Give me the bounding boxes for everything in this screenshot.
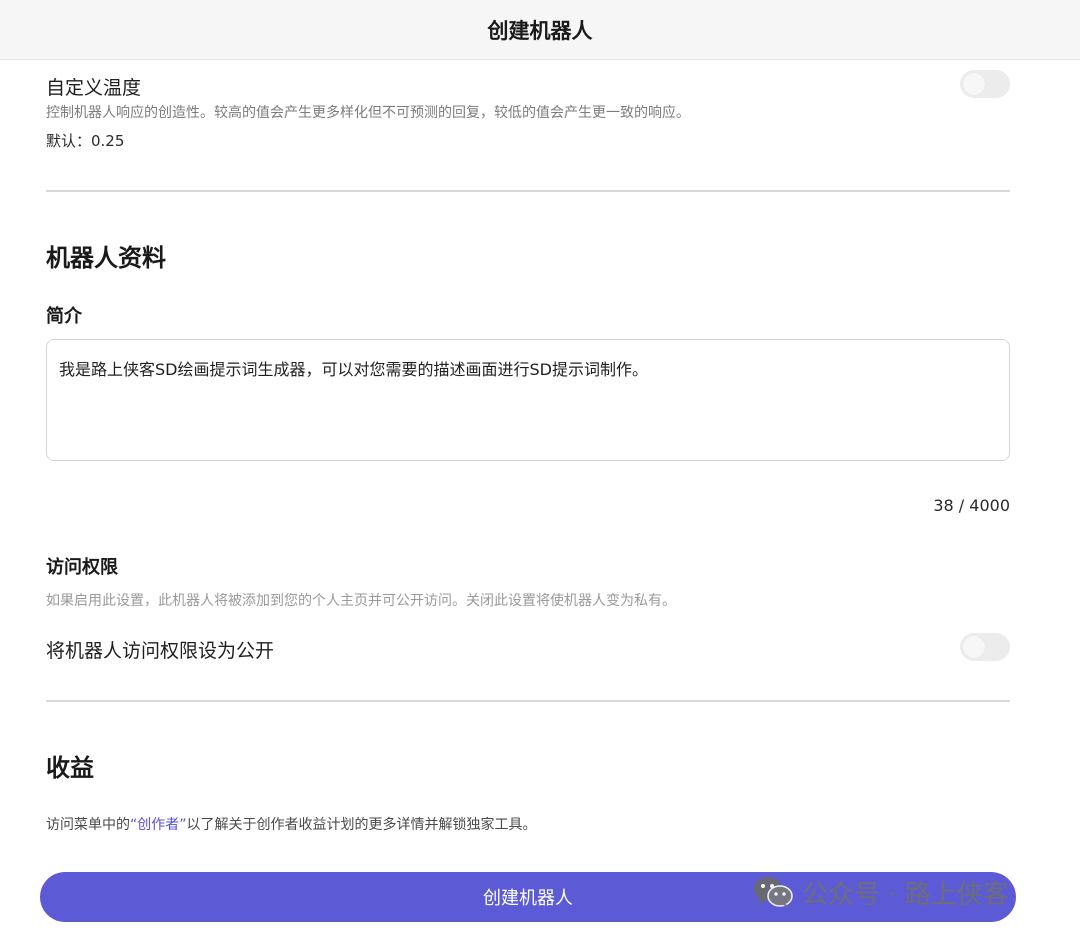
toggle-knob xyxy=(963,636,985,658)
revenue-text-prefix: 访问菜单中的 xyxy=(46,817,130,833)
access-title: 访问权限 xyxy=(46,557,118,578)
toggle-knob xyxy=(963,73,985,95)
char-counter: 38 / 4000 xyxy=(933,496,1010,515)
revenue-text: 访问菜单中的“创作者”以了解关于创作者收益计划的更多详情并解锁独家工具。 xyxy=(46,814,537,834)
revenue-text-suffix: 以了解关于创作者收益计划的更多详情并解锁独家工具。 xyxy=(186,817,537,833)
page-title: 创建机器人 xyxy=(487,18,593,43)
temperature-default: 默认：0.25 xyxy=(46,132,125,150)
revenue-section-title: 收益 xyxy=(46,754,94,782)
profile-section-title: 机器人资料 xyxy=(46,244,166,272)
temperature-label: 自定义温度 xyxy=(46,77,142,99)
divider xyxy=(46,700,1010,702)
temperature-toggle[interactable] xyxy=(960,70,1010,98)
top-bar: 创建机器人 xyxy=(0,0,1080,60)
intro-label: 简介 xyxy=(46,306,82,327)
access-description: 如果启用此设置，此机器人将被添加到您的个人主页并可公开访问。关闭此设置将使机器人… xyxy=(46,593,676,609)
wechat-icon xyxy=(752,875,794,909)
watermark-text: 公众号 · 路上侠客 xyxy=(802,879,1009,910)
access-toggle-label: 将机器人访问权限设为公开 xyxy=(46,640,275,662)
creator-link[interactable]: “创作者” xyxy=(130,817,187,833)
divider xyxy=(46,190,1010,192)
access-toggle[interactable] xyxy=(960,633,1010,661)
intro-textarea[interactable]: 我是路上侠客SD绘画提示词生成器，可以对您需要的描述画面进行SD提示词制作。 xyxy=(46,339,1010,461)
temperature-description: 控制机器人响应的创造性。较高的值会产生更多样化但不可预测的回复，较低的值会产生更… xyxy=(46,105,690,121)
watermark: 公众号 · 路上侠客 xyxy=(752,873,1009,911)
